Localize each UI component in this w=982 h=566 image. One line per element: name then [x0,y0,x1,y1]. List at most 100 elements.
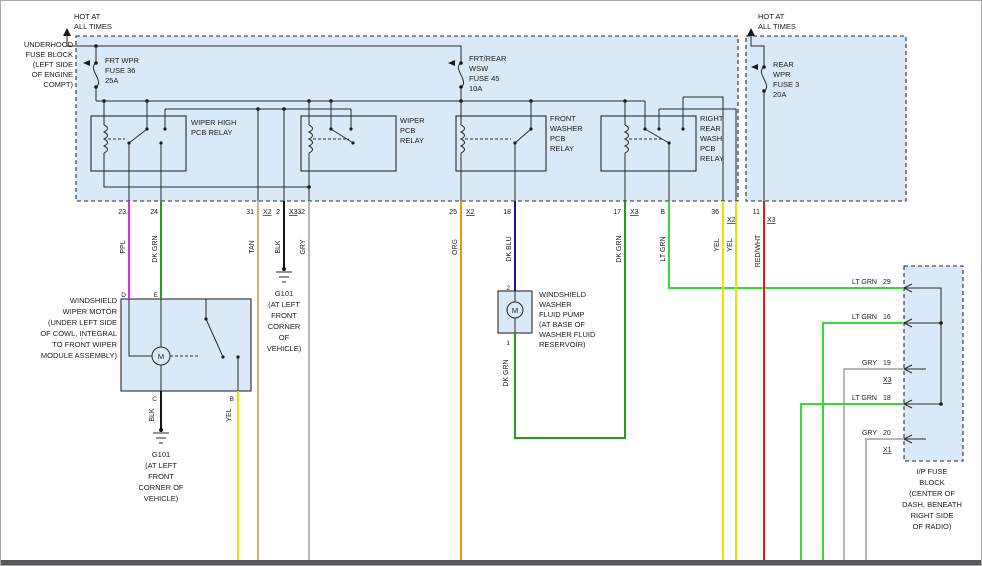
pump-label: WASHER FLUID [539,330,596,339]
relay-wiper-label: RELAY [400,136,424,145]
pin-32: 32 [297,209,305,216]
connector-x3: X3 [767,217,776,224]
ground-motor-label: (AT LEFT [145,461,177,470]
ip-row-pin: 18 [883,395,891,402]
ip-block-label: BLOCK [919,478,944,487]
motor-label: OF COWL, INTEGRAL [40,329,117,338]
fuse-wsw-label: FUSE 45 [469,74,499,83]
pump-terminal-2: 2 [506,285,510,292]
underhood-label: FUSE BLOCK [25,50,73,59]
fuse-frt-wpr-label: 25A [105,76,118,85]
hot-left-label: HOT AT [74,12,101,21]
wire-label-yel: YEL [727,238,734,251]
pin-36: 36 [711,209,719,216]
pin-2: 2 [276,209,280,216]
connector-x2: X2 [727,217,736,224]
hot-right-label: ALL TIMES [758,22,796,31]
relay-rr-wash-label: RIGHT [700,114,724,123]
wiper-motor-box [121,299,251,391]
fuse-rear-wpr-label: REAR [773,60,794,69]
ground-mid-label: (AT LEFT [268,300,300,309]
fuse-rear-wpr-label: 20A [773,90,786,99]
wire-label-org: ORG [452,239,459,255]
connector-x2: X2 [263,209,272,216]
wire-label-dk-grn: DK GRN [152,235,159,262]
wire-label-ppl: PPL [120,240,127,253]
wire-label-yel: YEL [226,408,233,421]
motor-terminal-b: B [230,396,234,403]
wire-label-yel: YEL [714,238,721,251]
connector-x1: X1 [883,447,892,454]
pin-11: 11 [753,209,760,216]
ip-block-label: OF RADIO) [913,522,952,531]
motor-label: TO FRONT WIPER [52,340,117,349]
ip-block-label: RIGHT SIDE [911,511,954,520]
motor-m: M [158,352,164,361]
wire-label-tan: TAN [249,240,256,253]
underhood-label: (LEFT SIDE [33,60,73,69]
wire-label-dk-blu: DK BLU [506,236,513,261]
wire-lt-grn-29 [669,201,904,288]
pin-17: 17 [613,209,621,216]
ip-row-pin: 16 [883,314,891,321]
motor-label: MODULE ASSEMBLY) [41,351,118,360]
fuse-wsw-label: WSW [469,64,489,73]
relay-front-washer-label: RELAY [550,144,574,153]
window-bottom-edge [1,560,981,565]
wire-label-gry: GRY [300,239,307,254]
wire-label-blk: BLK [275,240,282,254]
pin-B: B [660,209,665,216]
pump-label: FLUID PUMP [539,310,584,319]
fuse-rear-wpr-label: FUSE 3 [773,80,799,89]
pump-label: RESERVOIR) [539,340,586,349]
wire-lt-grn-16 [823,323,904,562]
wire-gry-20 [866,439,904,562]
ground-mid-label: FRONT [271,311,297,320]
pump-terminal-1: 1 [506,340,510,347]
power-feed-arrow-icon [63,28,71,36]
relay-rr-wash-label: WASH [700,134,722,143]
wire-label-blk: BLK [149,408,156,422]
ip-row-pin: 20 [883,430,891,437]
underhood-label: UNDERHOOD [24,40,74,49]
ground-mid-label: CORNER [268,322,301,331]
relay-front-washer-label: WASHER [550,124,583,133]
power-feed-arrow-icon [747,28,755,36]
fuse-wsw-label: FRT/REAR [469,54,507,63]
pump-m: M [512,306,518,315]
motor-label: (UNDER LEFT SIDE [48,318,117,327]
connector-x3: X3 [883,377,892,384]
fuse-wsw-label: 10A [469,84,482,93]
connector-x3: X3 [630,209,639,216]
pin-24: 24 [150,209,158,216]
ip-row-wire: GRY [862,430,877,437]
fuse-rear-wpr-label: WPR [773,70,791,79]
relay-wiper-high-label: PCB RELAY [191,128,233,137]
ip-row-wire: LT GRN [852,314,877,321]
fuse-frt-wpr-label: FRT WPR [105,56,139,65]
relay-rr-wash-label: REAR [700,124,721,133]
ground-icon [153,433,169,443]
fuse-frt-wpr-label: FUSE 36 [105,66,135,75]
ground-mid-label: G101 [275,289,293,298]
ip-block-label: (CENTER OF [909,489,955,498]
motor-terminal-c: C [152,396,157,403]
wire-label-lt-grn: LT GRN [660,236,667,261]
ground-motor-label: FRONT [148,472,174,481]
ip-row-pin: 19 [883,360,891,367]
relay-wiper-high-label: WIPER HIGH [191,118,236,127]
ip-block-label: I/P FUSE [916,467,947,476]
relay-wiper-label: PCB [400,126,415,135]
ground-mid-label: VEHICLE) [267,344,302,353]
ip-block-label: DASH, BENEATH [902,500,962,509]
relay-wiper-label: WIPER [400,116,425,125]
relay-rr-wash-label: RELAY [700,154,724,163]
hot-right-label: HOT AT [758,12,785,21]
connector-x2: X2 [466,209,475,216]
relay-front-washer-label: FRONT [550,114,576,123]
pin-23: 23 [118,209,126,216]
pin-25: 25 [449,209,457,216]
ip-row-wire: GRY [862,360,877,367]
wire-label-dk-grn: DK GRN [616,235,623,262]
pump-label: WASHER [539,300,572,309]
